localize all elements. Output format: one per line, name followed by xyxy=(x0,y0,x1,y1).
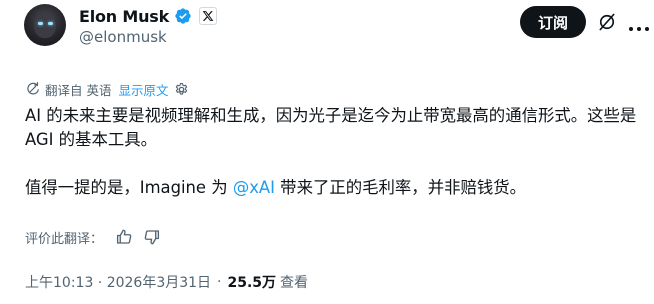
tweet-meta: 上午10:13 · 2026年3月31日 · 25.5万 查看 xyxy=(25,271,308,293)
avatar[interactable] xyxy=(24,4,66,46)
translated-from-label: 翻译自 英语 xyxy=(45,82,112,98)
tweet-paragraph-2-end: 带来了正的毛利率，并非赔钱货。 xyxy=(274,178,527,197)
subscribe-button[interactable]: 订阅 xyxy=(520,6,586,38)
translation-bar: 翻译自 英语 显示原文 xyxy=(26,80,189,98)
avatar-eye-left xyxy=(38,22,43,25)
grok-icon[interactable] xyxy=(597,12,617,32)
tweet-paragraph-2-start: 值得一提的是，Imagine 为 xyxy=(25,178,233,197)
user-handle[interactable]: @elonmusk xyxy=(79,28,167,46)
tweet-header: Elon Musk @elonmusk 订阅 xyxy=(0,0,654,56)
name-row: Elon Musk xyxy=(79,6,218,26)
timestamp-link[interactable]: 上午10:13 · 2026年3月31日 xyxy=(25,272,211,292)
thumbs-up-icon[interactable] xyxy=(115,228,133,246)
tweet-paragraph-2: 值得一提的是，Imagine 为 @xAI 带来了正的毛利率，并非赔钱货。 xyxy=(25,176,640,200)
settings-gear-icon[interactable] xyxy=(174,82,189,97)
translate-icon xyxy=(26,82,40,96)
mention-link[interactable]: @xAI xyxy=(233,178,275,197)
display-name[interactable]: Elon Musk xyxy=(79,7,169,26)
view-count: 25.5万 xyxy=(227,275,277,291)
avatar-eye-right xyxy=(48,22,53,25)
tweet-text: AI 的未来主要是视频理解和生成，因为光子是迄今为止带宽最高的通信形式。这些是 … xyxy=(25,104,640,200)
more-options-icon[interactable] xyxy=(628,18,650,31)
tweet-paragraph-1: AI 的未来主要是视频理解和生成，因为光子是迄今为止带宽最高的通信形式。这些是 … xyxy=(25,106,637,149)
rate-translation-bar: 评价此翻译： xyxy=(25,228,161,247)
rate-translation-label: 评价此翻译： xyxy=(25,231,104,247)
verified-badge-icon[interactable] xyxy=(174,7,192,25)
show-original-link[interactable]: 显示原文 xyxy=(118,80,168,99)
avatar-face xyxy=(34,12,56,38)
thumbs-down-icon[interactable] xyxy=(143,228,161,246)
meta-separator: · xyxy=(217,274,222,290)
views-label: 查看 xyxy=(280,275,309,291)
x-affiliation-icon[interactable] xyxy=(199,7,218,25)
